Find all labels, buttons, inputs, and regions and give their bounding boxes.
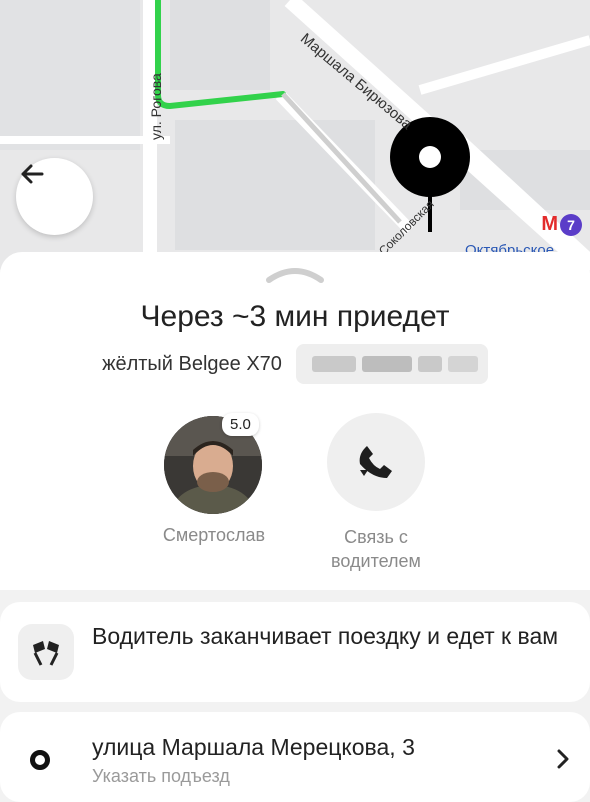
trip-status-card: Водитель заканчивает поездку и едет к ва… [0,602,590,702]
trip-sheet: Через ~3 мин приедет жёлтый Belgee X70 5… [0,252,590,590]
map-view[interactable]: Маршала Бирюзова ул. Рогова Соколовская … [0,0,590,270]
driver-name: Смертослав [162,525,266,545]
chevron-right-icon [557,749,569,769]
call-driver-label: Связь с водителем [331,527,421,571]
pickup-point-icon [30,750,50,770]
street-label-rogova: ул. Рогова [148,73,164,140]
checkered-flags-icon [33,641,59,666]
metro-icon: М [541,213,558,235]
car-description: жёлтый Belgee X70 [102,352,282,375]
metro-marker[interactable]: М 7 [541,213,582,236]
map-graphics [0,0,590,270]
metro-line-badge: 7 [560,213,582,236]
pickup-address-row[interactable]: улица Маршала Мерецкова, 3 Указать подъе… [0,712,590,802]
eta-title: Через ~3 мин приедет [140,300,450,333]
arrow-left-icon [21,164,44,184]
car-info: жёлтый Belgee X70 [0,344,590,384]
call-driver-button[interactable] [327,413,425,511]
pickup-address: улица Маршала Мерецкова, 3 [92,734,415,760]
phone-icon [359,446,392,478]
license-plate-blurred [295,344,488,384]
entrance-hint: Указать подъезд [92,766,230,786]
status-icon-box [18,624,74,680]
trip-status-text: Водитель заканчивает поездку и едет к ва… [92,623,559,649]
sheet-handle-icon[interactable] [265,264,325,284]
back-button[interactable] [16,158,93,235]
driver-rating-badge: 5.0 [222,413,259,436]
